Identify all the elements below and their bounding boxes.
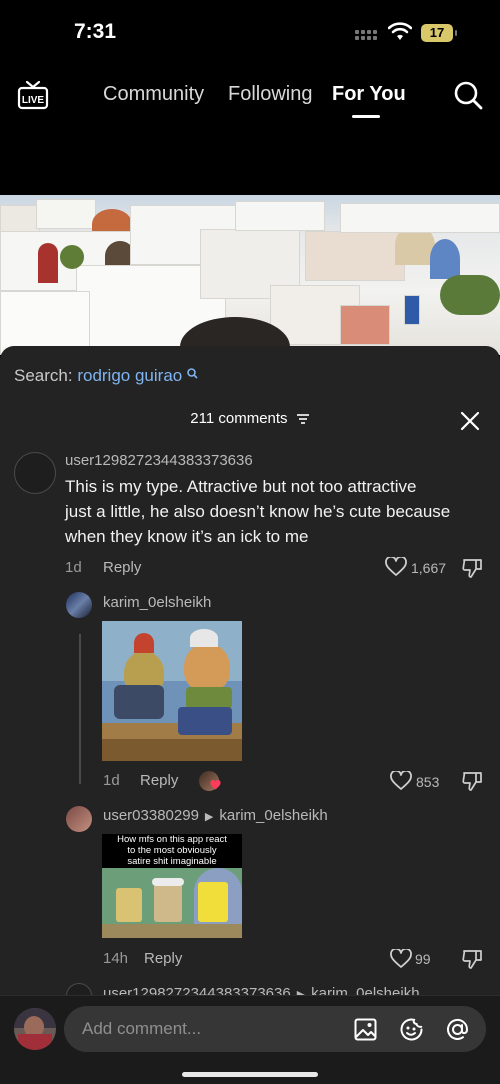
emoji-icon[interactable] <box>399 1017 424 1042</box>
tab-following[interactable]: Following <box>228 83 312 106</box>
thread-line <box>79 634 81 784</box>
gif-caption-line: satire shit imaginable <box>127 856 217 867</box>
comment-input-bar: Add comment... <box>0 995 500 1084</box>
like-count: 853 <box>416 774 440 790</box>
gif-caption: How mfs on this app react to the most ob… <box>102 834 242 867</box>
comment-text-line: just a little, he also doesn’t know he’s… <box>65 502 451 521</box>
search-term-link[interactable]: rodrigo guirao <box>77 366 182 385</box>
reply-arrow-icon: ▶ <box>204 811 214 823</box>
cellular-signal-icon <box>355 30 381 42</box>
svg-text:LIVE: LIVE <box>22 95 45 106</box>
sort-icon[interactable] <box>296 413 310 425</box>
reply-age: 1d <box>103 772 120 789</box>
heart-icon[interactable] <box>390 949 412 969</box>
heart-icon <box>210 780 221 790</box>
reply-username[interactable]: karim_0elsheikh <box>103 594 211 611</box>
battery-level: 17 <box>429 25 445 40</box>
gif-caption-line: to the most obviously <box>127 845 217 856</box>
dislike-icon[interactable] <box>461 770 483 792</box>
comment-input-placeholder: Add comment... <box>82 1019 202 1038</box>
dislike-icon[interactable] <box>461 557 483 579</box>
avatar[interactable] <box>66 806 92 832</box>
reply-username-line: user03380299 ▶ karim_0elsheikh <box>103 807 328 824</box>
gif-caption-line: How mfs on this app react <box>117 834 227 845</box>
avatar[interactable] <box>66 592 92 618</box>
comment-username[interactable]: user1298272344383373636 <box>65 452 253 469</box>
status-time: 7:31 <box>74 20 117 43</box>
live-tv-icon[interactable]: LIVE <box>17 80 49 110</box>
heart-icon[interactable] <box>390 771 412 791</box>
like-count: 1,667 <box>411 560 447 576</box>
comment-text-line: This is my type. Attractive but not too … <box>65 477 417 496</box>
heart-icon[interactable] <box>385 557 407 577</box>
comments-sheet: Search: rodrigo guirao 211 comments user… <box>0 346 500 1084</box>
wifi-icon <box>388 22 412 40</box>
search-prefix: Search: <box>14 366 73 385</box>
tab-for-you[interactable]: For You <box>332 83 406 106</box>
comments-header: 211 comments <box>0 410 500 427</box>
comment-text-line: when they know it’s an ick to me <box>65 527 309 546</box>
like-count: 99 <box>415 951 431 967</box>
related-search[interactable]: Search: rodrigo guirao <box>14 366 198 386</box>
status-bar: 7:31 17 <box>0 0 500 66</box>
search-icon[interactable] <box>453 80 483 110</box>
mention-icon[interactable] <box>445 1017 470 1042</box>
comment-text: This is my type. Attractive but not too … <box>65 474 450 549</box>
replied-to-username[interactable]: karim_0elsheikh <box>219 807 327 824</box>
my-avatar[interactable] <box>14 1008 56 1050</box>
reply-button[interactable]: Reply <box>140 772 178 789</box>
dislike-icon[interactable] <box>461 948 483 970</box>
home-indicator <box>182 1072 318 1077</box>
close-icon[interactable] <box>459 410 481 432</box>
comment-count: 211 comments <box>190 410 288 427</box>
comment-input[interactable]: Add comment... <box>64 1006 486 1052</box>
reply-gif-image[interactable] <box>102 621 242 761</box>
top-navigation: LIVE Community Following For You <box>0 70 500 126</box>
reply-button[interactable]: Reply <box>103 559 141 576</box>
avatar[interactable] <box>14 452 56 494</box>
reply-username[interactable]: user03380299 <box>103 807 199 824</box>
reply-button[interactable]: Reply <box>144 950 182 967</box>
reply-age: 14h <box>103 950 129 967</box>
video-background-image[interactable] <box>0 195 500 355</box>
comment-age: 1d <box>65 559 82 576</box>
reply-gif-image[interactable]: How mfs on this app react to the most ob… <box>102 834 242 938</box>
tab-community[interactable]: Community <box>103 83 204 106</box>
search-icon <box>187 368 198 379</box>
image-icon[interactable] <box>354 1018 377 1041</box>
battery-indicator: 17 <box>421 24 457 42</box>
active-tab-indicator <box>352 115 380 118</box>
